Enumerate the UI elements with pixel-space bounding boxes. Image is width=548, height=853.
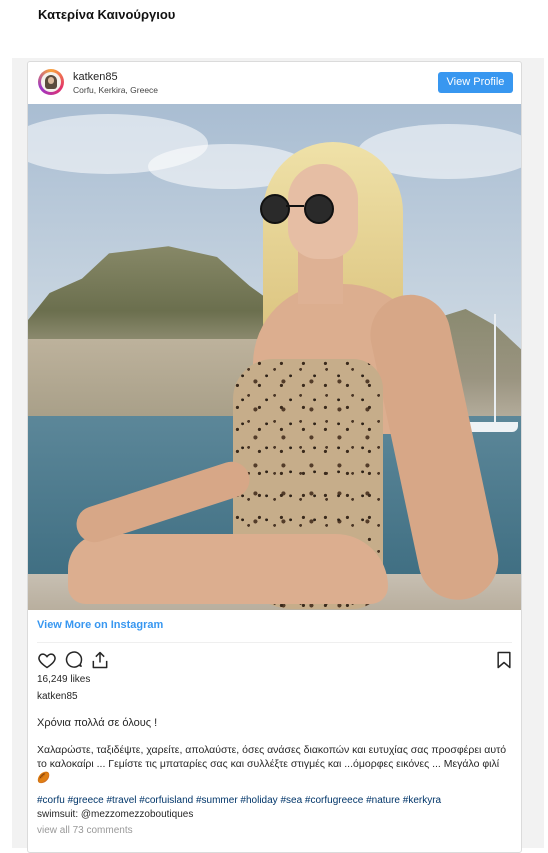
hashtags[interactable]: #corfu #greece #travel #corfuisland #sum… bbox=[37, 795, 513, 806]
share-icon[interactable] bbox=[90, 650, 110, 670]
post-header: katken85 Corfu, Kerkira, Greece View Pro… bbox=[28, 62, 521, 104]
caption-body: Χαλαρώστε, ταξιδέψτε, χαρείτε, απολαύστε… bbox=[37, 744, 507, 784]
page-title: Κατερίνα Καινούργιου bbox=[38, 7, 176, 22]
location[interactable]: Corfu, Kerkira, Greece bbox=[73, 85, 158, 95]
avatar-image bbox=[41, 72, 61, 92]
view-profile-button[interactable]: View Profile bbox=[438, 72, 513, 93]
action-bar bbox=[37, 650, 512, 672]
view-all-comments-link[interactable]: view all 73 comments bbox=[37, 825, 133, 836]
bookmark-icon[interactable] bbox=[494, 650, 514, 670]
caption-headline: Χρόνια πολλά σε όλους ! bbox=[37, 717, 158, 729]
post-photo[interactable] bbox=[28, 104, 521, 610]
swimsuit-credit[interactable]: swimsuit: @mezzomezzoboutiques bbox=[37, 809, 513, 820]
comment-icon[interactable] bbox=[64, 650, 84, 670]
divider bbox=[37, 642, 512, 643]
heart-icon[interactable] bbox=[37, 650, 57, 670]
avatar[interactable] bbox=[38, 69, 64, 95]
instagram-embed-card: katken85 Corfu, Kerkira, Greece View Pro… bbox=[27, 61, 522, 853]
view-more-on-instagram-link[interactable]: View More on Instagram bbox=[37, 619, 163, 631]
username[interactable]: katken85 bbox=[73, 71, 118, 83]
like-count[interactable]: 16,249 likes bbox=[37, 674, 90, 685]
caption-author[interactable]: katken85 bbox=[37, 691, 78, 702]
